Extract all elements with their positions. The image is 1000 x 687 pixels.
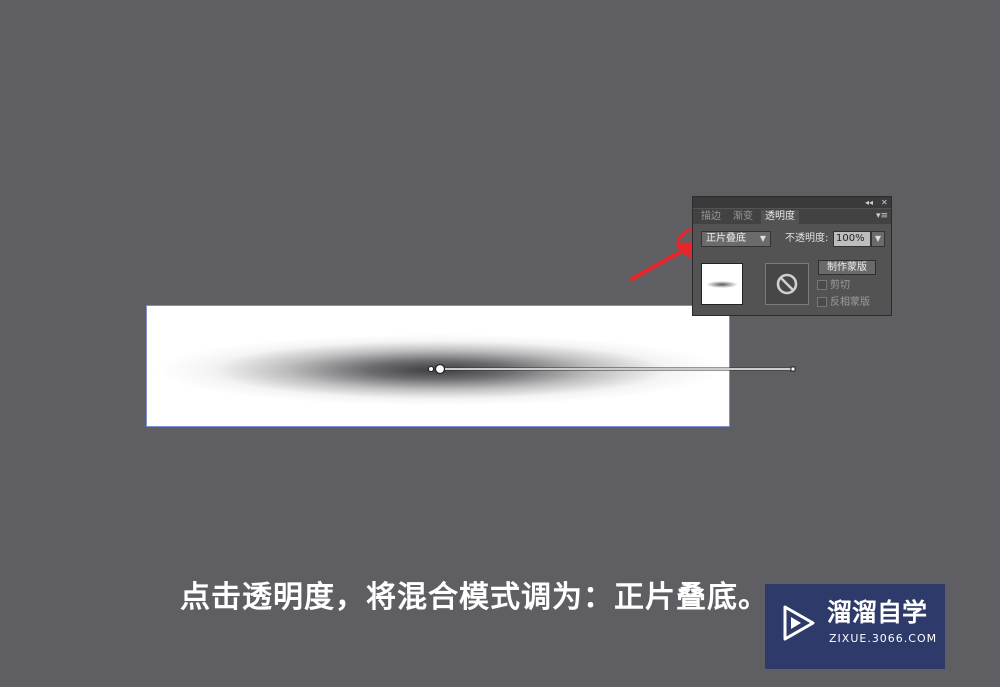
clip-checkbox[interactable] (817, 280, 827, 290)
double-chevron-left-icon[interactable]: ◂◂ (865, 197, 873, 208)
blend-mode-select[interactable]: 正片叠底 ▼ (701, 231, 771, 247)
tab-transparency-label: 透明度 (765, 211, 795, 222)
invert-mask-checkbox-row[interactable]: 反相蒙版 (817, 297, 870, 309)
clip-label: 剪切 (830, 280, 850, 291)
blend-mode-value: 正片叠底 (706, 233, 746, 244)
make-mask-button[interactable]: 制作蒙版 (818, 260, 876, 275)
tab-stroke[interactable]: 描边 (697, 210, 725, 224)
clip-checkbox-row[interactable]: 剪切 (817, 280, 850, 292)
invert-mask-label: 反相蒙版 (830, 297, 870, 308)
tab-transparency[interactable]: 透明度 (761, 210, 799, 224)
mask-thumbnail[interactable] (765, 263, 809, 305)
opacity-dropdown-button[interactable]: ▼ (871, 231, 885, 247)
play-logo-icon (783, 605, 815, 641)
opacity-label: 不透明度: (785, 233, 829, 244)
close-icon[interactable]: ✕ (881, 197, 888, 208)
tab-gradient[interactable]: 渐变 (729, 210, 757, 224)
transparency-panel: ◂◂ ✕ 描边 渐变 透明度 ▾≡ 正片叠底 ▼ 不透明度: 100% ▼ 制作… (692, 196, 892, 316)
object-thumbnail[interactable] (701, 263, 743, 305)
panel-tabs: 描边 渐变 透明度 ▾≡ (693, 209, 891, 224)
panel-menu-icon[interactable]: ▾≡ (876, 209, 888, 223)
gradient-origin-handle[interactable] (428, 366, 434, 372)
invert-mask-checkbox[interactable] (817, 297, 827, 307)
gradient-start-handle[interactable] (434, 363, 446, 375)
watermark-url: ZIXUE.3066.COM (829, 632, 938, 645)
prohibited-icon (776, 273, 798, 295)
watermark-title: 溜溜自学 (827, 598, 928, 627)
panel-title-bar[interactable]: ◂◂ ✕ (693, 197, 891, 208)
chevron-down-icon: ▼ (759, 234, 766, 243)
arrow-shaft (629, 248, 685, 282)
thumbnail-ellipse (706, 281, 738, 288)
watermark: 溜溜自学 ZIXUE.3066.COM (765, 584, 945, 669)
opacity-input[interactable]: 100% (833, 231, 871, 247)
gradient-end-handle[interactable] (790, 366, 796, 372)
